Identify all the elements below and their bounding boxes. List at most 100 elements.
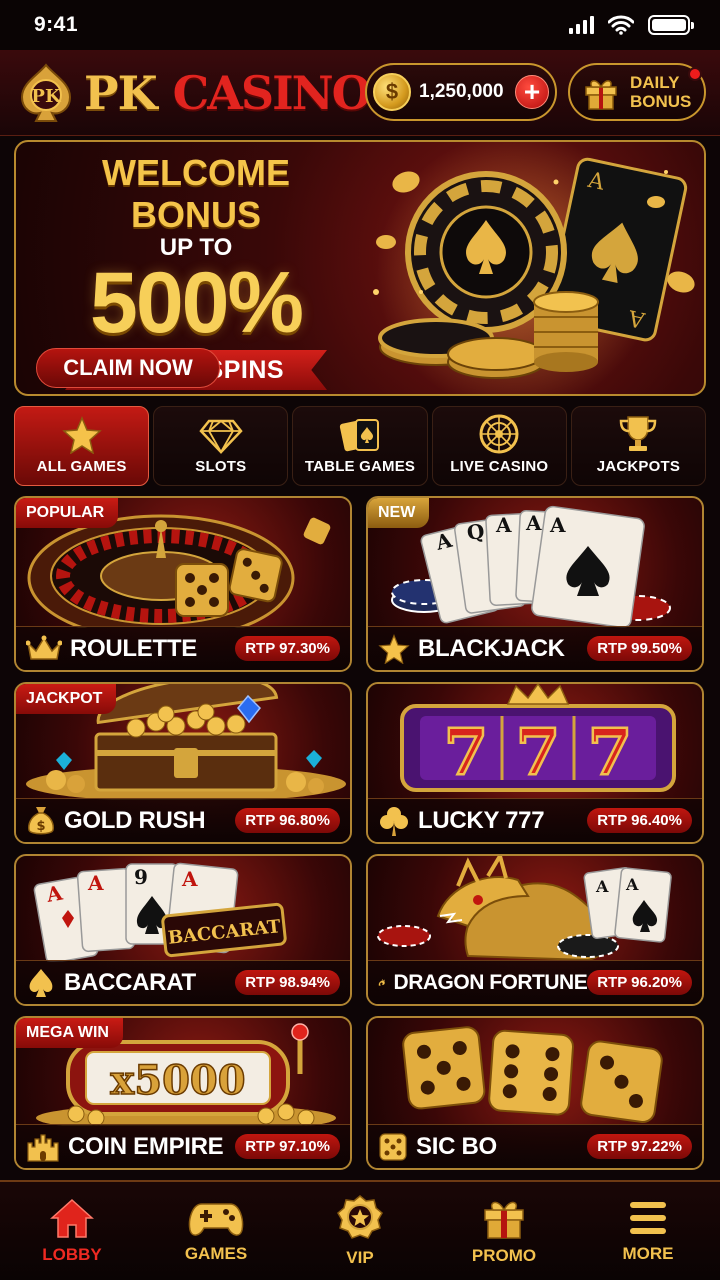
card-footer: LUCKY 777 RTP 96.40% — [368, 798, 702, 842]
game-name: SIC BO — [416, 1132, 497, 1160]
tab-table-games[interactable]: TABLE GAMES — [292, 406, 428, 486]
multiplier-text: x5000 — [110, 1057, 245, 1104]
svg-text:7: 7 — [516, 715, 561, 790]
welcome-bonus-banner[interactable]: A A WELCOME BONUS UP TO 500% SPINS CLAIM… — [14, 140, 706, 396]
card-footer: DRAGON FORTUNE RTP 96.20% — [368, 960, 702, 1004]
game-tag: MEGA WIN — [16, 1018, 123, 1048]
rtp-badge: RTP 98.94% — [235, 970, 340, 995]
pk-emblem-icon: PK — [20, 62, 72, 122]
game-tag: POPULAR — [16, 498, 119, 528]
svg-text:A: A — [595, 877, 609, 896]
nav-lobby[interactable]: LOBBY — [0, 1182, 144, 1280]
svg-text:A: A — [181, 867, 198, 891]
nav-promo[interactable]: PROMO — [432, 1182, 576, 1280]
game-name: DRAGON FORTUNE — [393, 970, 588, 994]
game-name: COIN EMPIRE — [68, 1132, 224, 1160]
svg-text:$: $ — [36, 819, 45, 834]
svg-text:Q: Q — [465, 519, 486, 545]
rtp-badge: RTP 97.10% — [235, 1134, 340, 1159]
tab-slots[interactable]: SLOTS — [153, 406, 289, 486]
tab-label: JACKPOTS — [596, 458, 681, 475]
svg-text:7: 7 — [444, 715, 489, 790]
svg-text:9: 9 — [134, 865, 148, 889]
gift-icon — [484, 1201, 524, 1239]
game-card-roulette[interactable]: POPULAR ROULETTE RTP 97.30% — [14, 496, 352, 672]
rtp-badge: RTP 96.20% — [587, 970, 692, 995]
svg-text:A: A — [87, 871, 104, 895]
svg-text:A: A — [549, 513, 566, 537]
status-icons — [569, 15, 694, 35]
brand-pk: PK — [84, 65, 158, 120]
svg-text:A: A — [625, 875, 639, 894]
dice-icon — [379, 1132, 407, 1161]
wifi-icon — [608, 15, 634, 35]
tab-label: TABLE GAMES — [304, 458, 416, 475]
slot-777-art: 777 — [400, 684, 676, 792]
coin-balance[interactable]: $ 1,250,000 + — [365, 63, 557, 121]
game-card-sic-bo[interactable]: SIC BO RTP 97.22% — [366, 1016, 704, 1170]
trophy-icon — [620, 416, 657, 451]
add-coins-button[interactable]: + — [515, 75, 549, 109]
baccarat-art: A A 9 A BACCARAT — [33, 862, 287, 962]
game-card-baccarat[interactable]: A A 9 A BACCARAT BACCARAT RTP 98.94% — [14, 854, 352, 1006]
clover-icon — [380, 806, 408, 836]
status-time: 9:41 — [34, 13, 79, 36]
brand-logo[interactable]: PK PK CASINO — [14, 61, 372, 125]
tab-live-casino[interactable]: LIVE CASINO — [431, 406, 567, 486]
bottom-navigation: LOBBY GAMES VIP PROMO MORE — [0, 1180, 720, 1280]
tab-all-games[interactable]: ALL GAMES — [14, 406, 150, 486]
signal-icon — [569, 16, 594, 34]
banner-percent: 500% — [90, 255, 304, 351]
card-footer: BLACKJACK RTP 99.50% — [368, 626, 702, 670]
nav-games[interactable]: GAMES — [144, 1182, 288, 1280]
game-name: BLACKJACK — [418, 634, 565, 662]
nav-more[interactable]: MORE — [576, 1182, 720, 1280]
dragon-icon — [378, 978, 385, 986]
daily-bonus-button[interactable]: DAILY BONUS — [568, 63, 706, 121]
card-footer: COIN EMPIRE RTP 97.10% — [16, 1124, 350, 1168]
rtp-badge: RTP 97.22% — [587, 1134, 692, 1159]
roulette-wheel-icon — [479, 414, 519, 454]
chips-and-cards-illustration: A A — [373, 142, 695, 394]
notification-dot — [688, 67, 702, 81]
spade-icon — [29, 968, 53, 997]
card-footer: SIC BO RTP 97.22% — [368, 1124, 702, 1168]
game-tag: JACKPOT — [16, 684, 117, 714]
card-footer: BACCARAT RTP 98.94% — [16, 960, 350, 1004]
nav-label: LOBBY — [42, 1245, 102, 1264]
banner-title: WELCOME BONUS — [102, 152, 290, 235]
nav-label: VIP — [346, 1248, 374, 1267]
game-card-lucky-777[interactable]: 777 LUCKY 777 RTP 96.40% — [366, 682, 704, 844]
nav-label: GAMES — [184, 1244, 248, 1263]
nav-vip[interactable]: VIP — [288, 1182, 432, 1280]
claim-now-button[interactable]: CLAIM NOW — [36, 348, 220, 388]
brand-casino: CASINO — [172, 65, 372, 120]
nav-label: PROMO — [471, 1246, 537, 1265]
game-card-coin-empire[interactable]: x5000 MEGA WIN COIN EMPIRE RTP 97.10% — [14, 1016, 352, 1170]
rtp-badge: RTP 99.50% — [587, 636, 692, 661]
game-name: GOLD RUSH — [64, 806, 206, 834]
dragon-art: A A — [377, 856, 672, 962]
game-card-blackjack[interactable]: A Q A A A NEW BLACKJACK RTP 99.50% — [366, 496, 704, 672]
tab-jackpots[interactable]: JACKPOTS — [570, 406, 707, 486]
game-card-gold-rush[interactable]: JACKPOT $ GOLD RUSH RTP 96.80% — [14, 682, 352, 844]
daily-bonus-label: DAILY BONUS — [630, 73, 692, 111]
tab-label: SLOTS — [195, 458, 247, 475]
card-footer: ROULETTE RTP 97.30% — [16, 626, 350, 670]
menu-icon — [630, 1202, 666, 1234]
game-name: BACCARAT — [64, 968, 196, 996]
vip-badge-icon — [337, 1195, 383, 1239]
status-bar: 9:41 — [0, 0, 720, 50]
svg-text:A: A — [525, 511, 542, 535]
tab-label: ALL GAMES — [36, 458, 127, 475]
svg-text:7: 7 — [588, 715, 633, 790]
diamond-icon — [199, 419, 243, 454]
dollar-coin-icon: $ — [373, 73, 411, 111]
tab-label: LIVE CASINO — [450, 458, 549, 475]
nav-label: MORE — [622, 1244, 674, 1263]
money-bag-icon: $ — [28, 806, 54, 834]
star-icon — [378, 633, 410, 664]
cards-icon — [339, 419, 379, 452]
game-card-dragon-fortune[interactable]: A A DRAGON FORTUNE RTP 96.20% — [366, 854, 704, 1006]
star-icon — [61, 416, 102, 454]
